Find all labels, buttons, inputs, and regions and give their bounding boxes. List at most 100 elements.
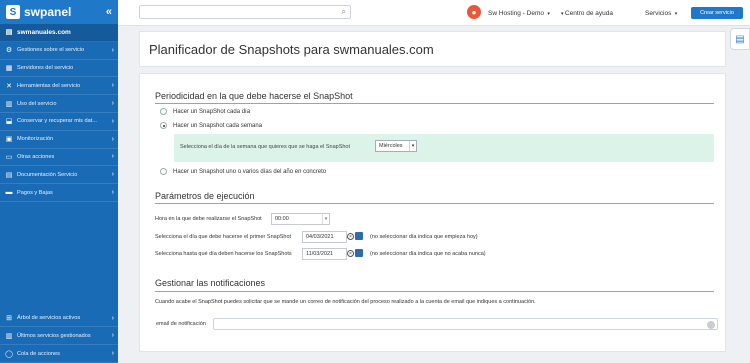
sidebar-bottom: ⊞ Árbol de servicios activos › ▥ Últimos… <box>0 310 118 363</box>
sidebar-item-conservar[interactable]: ⬓ Conservar y recuperar mis dat... › <box>0 113 118 131</box>
services-label: Servicios <box>645 10 672 17</box>
chevron-right-icon: › <box>111 171 114 179</box>
email-label: email de notificación <box>156 321 206 327</box>
sidebar-item-herramientas[interactable]: ✕ Herramientas del servicio › <box>0 77 118 96</box>
weekday-label: Selecciona el día de la semana que quier… <box>180 144 351 150</box>
sidebar-item-label: Últimos servicios gestionados <box>17 332 91 339</box>
help-menu[interactable]: ▾ Centro de ayuda <box>559 10 613 17</box>
divider <box>155 103 714 104</box>
account-label: Sw Hosting - Demo <box>488 10 544 17</box>
first-date-label: Selecciona el día que debe hacerse el pr… <box>155 234 292 240</box>
autofill-icon <box>707 320 715 329</box>
double-chevron-left-icon[interactable]: « <box>106 6 112 18</box>
server-icon: ▤ <box>5 29 13 37</box>
chevron-right-icon: › <box>111 46 114 54</box>
topbar: ⌕ ● Sw Hosting - Demo ▾ ▾ Centro de ayud… <box>118 0 750 26</box>
folder-icon: ▭ <box>5 153 13 161</box>
sidebar-item-ultimos[interactable]: ▥ Últimos servicios gestionados › <box>0 327 118 346</box>
chevron-down-icon: ▾ <box>322 214 329 224</box>
sidebar-domain-label: swmanuales.com <box>17 28 71 36</box>
title-panel: Planificador de Snapshots para swmanuale… <box>139 31 726 67</box>
gears-icon: ⚙ <box>5 47 13 55</box>
sidebar-item-arbol[interactable]: ⊞ Árbol de servicios activos › <box>0 310 118 328</box>
divider <box>155 291 714 292</box>
chevron-right-icon: › <box>111 135 114 143</box>
email-field[interactable] <box>213 318 718 330</box>
backup-icon: ⬓ <box>5 118 13 126</box>
swpanel-logo-icon: S <box>6 5 20 19</box>
monitor-icon: ▣ <box>5 136 13 144</box>
sidebar-item-label: Conservar y recuperar mis dat... <box>17 118 97 125</box>
chevron-right-icon: › <box>111 82 114 90</box>
radio-specific-days[interactable]: Hacer un Snapshot uno o varios días del … <box>160 168 326 175</box>
weekday-value: Miércoles <box>379 143 403 149</box>
sidebar-item-documentacion[interactable]: ▤ Documentación Servicio › <box>0 166 118 185</box>
clear-icon[interactable]: × <box>347 250 354 257</box>
sidebar-item-label: Árbol de servicios activos <box>17 315 81 321</box>
weekday-select[interactable]: Miércoles ▾ <box>375 140 417 152</box>
notifications-description: Cuando acabe el SnapShot puedes solicita… <box>155 299 536 305</box>
sidebar-item-gestiones[interactable]: ⚙ Gestiones sobre el servicio › <box>0 42 118 60</box>
caret-down-icon: ▾ <box>546 11 550 17</box>
account-menu[interactable]: Sw Hosting - Demo ▾ <box>488 10 550 17</box>
chevron-right-icon: › <box>111 117 114 125</box>
sidebar-item-label: Pagos y Bajas <box>17 189 53 196</box>
notes-icon[interactable]: ▤ <box>730 28 750 50</box>
clear-icon[interactable]: × <box>347 233 354 240</box>
time-label: Hora en la que debe realizarse el SnapSh… <box>155 216 262 222</box>
last-date-value: 11/03/2021 <box>306 251 334 257</box>
chevron-right-icon: › <box>111 314 114 322</box>
sidebar-item-cola[interactable]: ◯ Cola de acciones › <box>0 345 118 363</box>
chevron-right-icon: › <box>111 189 114 197</box>
chevron-down-icon: ▾ <box>409 141 416 151</box>
queue-icon: ◯ <box>5 350 13 358</box>
search-input[interactable]: ⌕ <box>139 5 351 19</box>
chevron-right-icon: › <box>111 153 114 161</box>
server-icon: ▦ <box>5 64 13 72</box>
sidebar-item-monitorizacion[interactable]: ▣ Monitorización › <box>0 131 118 149</box>
caret-down-icon: ▾ <box>673 11 678 17</box>
time-select[interactable]: 00:00 ▾ <box>271 213 330 225</box>
content-panel: Periodicidad en la que debe hacerse el S… <box>139 73 726 352</box>
last-date-label: Selecciona hasta qué día deben hacerse l… <box>155 251 292 257</box>
radio-daily[interactable]: Hacer un SnapShot cada día <box>160 108 250 115</box>
sidebar-item-label: Cola de acciones <box>17 350 60 357</box>
page-title: Planificador de Snapshots para swmanuale… <box>149 42 434 57</box>
calendar-icon[interactable] <box>355 249 363 257</box>
logo-text: swpanel <box>24 5 72 19</box>
help-label: Centro de ayuda <box>564 10 613 17</box>
radio-button[interactable] <box>160 108 167 115</box>
sidebar-item-label: Gestiones sobre el servicio <box>17 47 85 54</box>
logo[interactable]: S swpanel « <box>0 0 118 24</box>
search-icon[interactable]: ⌕ <box>342 7 346 17</box>
sidebar-item-otras[interactable]: ▭ Otras acciones › <box>0 149 118 167</box>
sidebar-item-label: Documentación Servicio <box>17 171 78 178</box>
periodicity-title: Periodicidad en la que debe hacerse el S… <box>155 91 353 101</box>
new-service-button[interactable]: Crear servicio <box>691 7 743 19</box>
radio-weekly[interactable]: Hacer un Snapshot cada semana <box>160 122 262 129</box>
tree-icon: ⊞ <box>6 315 12 322</box>
chevron-right-icon: › <box>111 332 114 340</box>
services-menu[interactable]: Servicios ▾ <box>645 10 677 17</box>
notifications-title: Gestionar las notificaciones <box>155 278 266 288</box>
first-date-hint: (no seleccionar día indica que empieza h… <box>370 234 478 240</box>
divider <box>155 203 714 204</box>
execution-title: Parámetros de ejecución <box>155 191 255 201</box>
radio-button[interactable] <box>160 168 167 175</box>
sidebar-domain[interactable]: ▤ swmanuales.com <box>0 24 118 42</box>
last-date-hint: (no seleccionar día indica que no acaba … <box>370 251 486 257</box>
first-date-input[interactable]: 04/03/2021 <box>302 231 347 243</box>
sidebar-item-label: Herramientas del servicio <box>17 82 81 89</box>
last-date-input[interactable]: 11/03/2021 <box>302 248 347 260</box>
sidebar-item-servidores[interactable]: ▦ Servidores del servicio <box>0 60 118 78</box>
first-date-value: 04/03/2021 <box>306 234 334 240</box>
time-value: 00:00 <box>275 216 289 222</box>
calendar-icon[interactable] <box>355 232 363 240</box>
sidebar-item-pagos[interactable]: ▬ Pagos y Bajas › <box>0 184 118 202</box>
sidebar-item-label: Servidores del servicio <box>17 64 74 71</box>
sidebar-item-uso[interactable]: ▥ Uso del servicio › <box>0 95 118 113</box>
account-avatar[interactable]: ● <box>467 5 481 19</box>
weekday-box: Selecciona el día de la semana que quier… <box>174 134 714 162</box>
radio-button[interactable] <box>160 122 167 129</box>
sidebar-item-label: Uso del servicio <box>17 100 57 107</box>
